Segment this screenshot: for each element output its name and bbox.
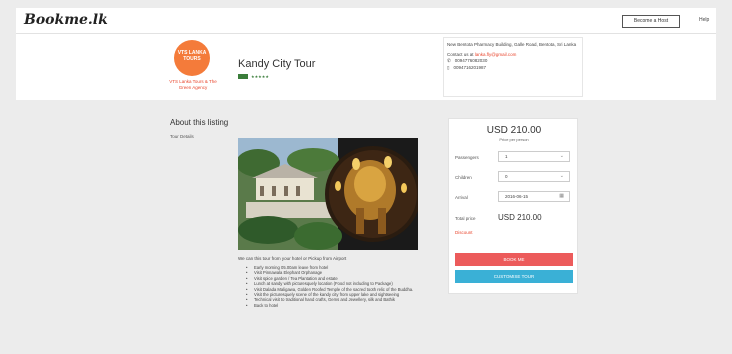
contact-email-link[interactable]: lanka.fly@gmail.com xyxy=(475,52,517,57)
contact-address: New Bentota Pharmacy Building, Galle Roa… xyxy=(447,42,577,47)
site-logo[interactable]: Bookme.lk xyxy=(24,12,108,28)
chevron-down-icon: ⌄ xyxy=(559,153,564,159)
become-host-button[interactable]: Become a Host xyxy=(622,15,680,28)
price-per-person: USD 210.00 xyxy=(486,125,542,136)
rating-badge xyxy=(238,74,248,79)
agency-logo[interactable]: VTS LANKA TOURS xyxy=(174,40,210,76)
price-subtitle: Price per person xyxy=(499,137,529,142)
mobile-icon: ▯ xyxy=(447,64,450,70)
passengers-select[interactable]: 1 ⌄ xyxy=(498,151,570,162)
calendar-icon: ▦ xyxy=(559,193,564,199)
passengers-label: Passengers xyxy=(455,155,479,160)
children-label: Children xyxy=(455,175,472,180)
discount-link[interactable]: Discount xyxy=(455,230,473,235)
arrival-date-input[interactable]: 2016-06-15 ▦ xyxy=(498,191,570,202)
passengers-value: 1 xyxy=(505,154,508,159)
tour-photo-collage xyxy=(238,138,418,250)
tour-highlights-list: Early morning 05.00am leave from hotel V… xyxy=(246,265,446,309)
book-me-button[interactable]: BOOK ME xyxy=(455,253,573,266)
children-select[interactable]: 0 ⌄ xyxy=(498,171,570,182)
tour-rating: ★★★★★ xyxy=(238,74,269,79)
tour-description: We can this tour from your hotel or Pick… xyxy=(238,256,347,261)
tour-title: Kandy City Tour xyxy=(238,58,316,70)
total-price-value: USD 210.00 xyxy=(498,213,542,222)
tour-details-label: Tour Details xyxy=(170,134,194,139)
listing-header: VTS LANKA TOURS VTS Lanka Tours & The Gr… xyxy=(16,34,716,100)
help-link[interactable]: Help xyxy=(699,17,709,23)
arrival-label: Arrival xyxy=(455,195,468,200)
total-price-label: Total price xyxy=(455,216,476,221)
chevron-down-icon: ⌄ xyxy=(559,173,564,179)
contact-phone-2: 0094716201987 xyxy=(453,64,487,70)
top-navigation-bar: Bookme.lk Become a Host Help xyxy=(16,8,716,34)
customise-tour-button[interactable]: CUSTOMISE TOUR xyxy=(455,270,573,283)
arrival-value: 2016-06-15 xyxy=(505,194,529,199)
tour-photo xyxy=(238,138,418,250)
highlight-item: Back to hotel xyxy=(246,303,446,309)
about-listing-heading: About this listing xyxy=(170,118,229,127)
booking-panel: USD 210.00 Price per person Passengers 1… xyxy=(448,118,578,294)
rating-stars: ★★★★★ xyxy=(251,74,269,79)
agency-name[interactable]: VTS Lanka Tours & The Green Agency xyxy=(164,79,222,91)
children-value: 0 xyxy=(505,174,508,179)
contact-email-prefix: Contact us at xyxy=(447,51,474,57)
contact-box: New Bentota Pharmacy Building, Galle Roa… xyxy=(443,37,583,97)
